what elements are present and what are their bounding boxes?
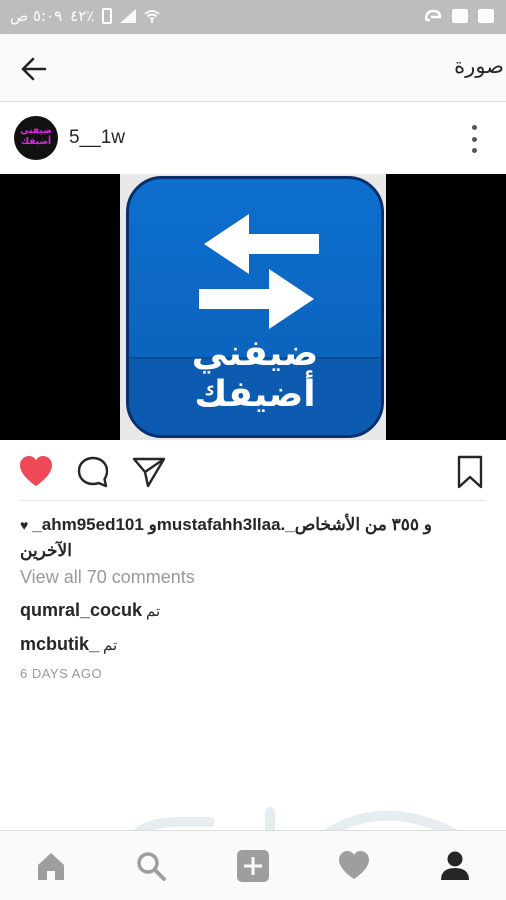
comment-row: mcbutik_ تم: [20, 634, 117, 655]
home-icon[interactable]: [34, 849, 68, 883]
post-actions: [0, 440, 506, 500]
comment-text: تم: [146, 603, 161, 620]
clock: ٥:٠٩ ص: [10, 7, 63, 25]
image-frame: ضيفني أضيفك: [120, 174, 386, 440]
post-image[interactable]: ضيفني أضيفك: [0, 174, 506, 440]
add-icon[interactable]: [236, 849, 270, 883]
comment-icon[interactable]: [75, 454, 111, 490]
divider: [20, 500, 486, 501]
top-bar: صورة: [0, 34, 506, 102]
comment-username[interactable]: mcbutik_: [20, 634, 99, 654]
signal-icon: [120, 9, 137, 23]
post-header: ضيفني أضيفك 5__1w: [0, 103, 506, 173]
wifi-icon: [144, 10, 160, 23]
search-icon[interactable]: [134, 849, 168, 883]
likes-line-1: _ahm95ed101 وmustafahh3llaa._و ٣٥٥ من ال…: [32, 515, 432, 534]
battery-percent: ٤٢٪: [70, 7, 95, 25]
post-username[interactable]: 5__1w: [69, 127, 125, 149]
avatar[interactable]: ضيفني أضيفك: [14, 116, 58, 160]
status-right: [424, 8, 494, 24]
image-caption-text: ضيفني أضيفك: [191, 333, 319, 415]
like-heart-icon[interactable]: [18, 454, 54, 490]
profile-icon[interactable]: [438, 849, 472, 883]
post-timestamp: 6 DAYS AGO: [20, 666, 103, 681]
comment-username[interactable]: qumral_cocuk: [20, 600, 142, 620]
likes-line-2: الآخرين: [20, 541, 72, 560]
image-notification-icon: [478, 9, 494, 23]
bookmark-icon[interactable]: [452, 454, 488, 490]
comment-text: تم: [103, 637, 118, 654]
message-notification-icon: [452, 9, 468, 23]
more-options-icon[interactable]: [470, 125, 478, 153]
whatsapp-notification-icon: [424, 9, 442, 22]
page-title: صورة: [454, 54, 504, 78]
heart-icon[interactable]: [337, 849, 371, 883]
share-icon[interactable]: [131, 454, 167, 490]
view-all-comments-link[interactable]: View all 70 comments: [20, 567, 195, 588]
app-tile: ضيفني أضيفك: [126, 176, 384, 438]
small-heart-icon: ♥: [20, 517, 29, 533]
likes-summary[interactable]: ♥ _ahm95ed101 وmustafahh3llaa._و ٣٥٥ من ا…: [20, 512, 486, 564]
status-left: ٥:٠٩ ص ٤٢٪: [10, 7, 160, 25]
comment-row: qumral_cocuk تم: [20, 600, 160, 621]
status-bar: ٥:٠٩ ص ٤٢٪: [0, 0, 506, 34]
swap-arrows-icon: [199, 214, 319, 329]
image-caption-band: ضيفني أضيفك: [129, 333, 381, 435]
battery-icon: [102, 8, 113, 24]
arrow-left-icon[interactable]: [18, 54, 48, 84]
bottom-nav: [0, 830, 506, 900]
